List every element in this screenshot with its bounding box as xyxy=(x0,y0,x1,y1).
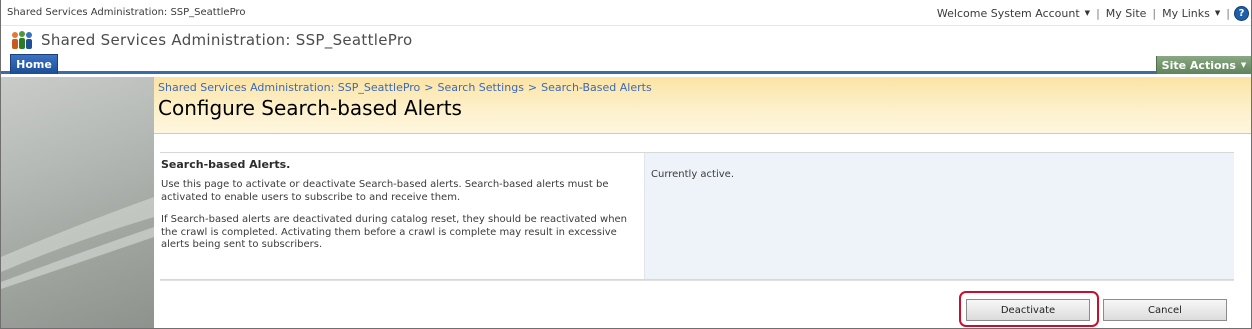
description-paragraph: Use this page to activate or deactivate … xyxy=(161,179,609,203)
separator: | xyxy=(1226,6,1230,20)
settings-section: Search-based Alerts. Use this page to ac… xyxy=(160,152,1234,280)
my-site-link[interactable]: My Site xyxy=(1100,7,1153,20)
chevron-down-icon: ▼ xyxy=(1214,9,1221,17)
breadcrumb-item-current: Search-Based Alerts xyxy=(541,81,652,94)
decorative-swoosh xyxy=(1,197,154,289)
section-heading: Search-based Alerts. xyxy=(161,158,291,171)
breadcrumb-separator: > xyxy=(424,81,434,94)
site-name-link[interactable]: Shared Services Administration: SSP_Seat… xyxy=(7,7,245,18)
top-nav: Home Site Actions ▼ xyxy=(1,54,1251,74)
main-content: Search-based Alerts. Use this page to ac… xyxy=(154,134,1251,328)
page-title: Configure Search-based Alerts xyxy=(158,96,462,120)
section-description: Search-based Alerts. Use this page to ac… xyxy=(160,153,644,279)
status-text: Currently active. xyxy=(651,169,735,180)
left-nav-panel xyxy=(1,77,154,328)
global-bar: Shared Services Administration: SSP_Seat… xyxy=(1,0,1251,26)
site-actions-menu[interactable]: Site Actions ▼ xyxy=(1156,56,1251,74)
section-value-panel: Currently active. xyxy=(644,153,1234,279)
welcome-menu[interactable]: Welcome System Account ▼ xyxy=(931,7,1096,20)
tab-home[interactable]: Home xyxy=(10,54,58,74)
people-logo-icon xyxy=(12,31,32,49)
breadcrumb-item-search-settings[interactable]: Search Settings xyxy=(438,81,524,94)
description-paragraph: If Search-based alerts are deactivated d… xyxy=(161,214,628,250)
page-title-area: Shared Services Administration: SSP_Seat… xyxy=(154,77,1251,134)
chevron-down-icon: ▼ xyxy=(1084,9,1091,17)
site-actions-label: Site Actions xyxy=(1161,58,1236,72)
help-icon[interactable]: ? xyxy=(1234,5,1249,21)
divider xyxy=(160,280,1234,281)
breadcrumb-separator: > xyxy=(527,81,538,94)
welcome-label: Welcome System Account xyxy=(936,6,1080,20)
deactivate-button[interactable]: Deactivate xyxy=(966,299,1090,321)
global-links: Welcome System Account ▼ | My Site | My … xyxy=(931,5,1251,21)
site-title-row: Shared Services Administration: SSP_Seat… xyxy=(1,26,1251,56)
breadcrumb-item-ssp[interactable]: Shared Services Administration: SSP_Seat… xyxy=(158,81,420,94)
breadcrumb: Shared Services Administration: SSP_Seat… xyxy=(158,81,652,94)
my-links-label: My Links xyxy=(1162,6,1210,20)
chevron-down-icon: ▼ xyxy=(1240,61,1247,69)
cancel-button[interactable]: Cancel xyxy=(1103,299,1227,321)
site-title[interactable]: Shared Services Administration: SSP_Seat… xyxy=(41,31,412,49)
my-links-menu[interactable]: My Links ▼ xyxy=(1156,7,1226,20)
app-frame: Shared Services Administration: SSP_Seat… xyxy=(0,0,1252,329)
